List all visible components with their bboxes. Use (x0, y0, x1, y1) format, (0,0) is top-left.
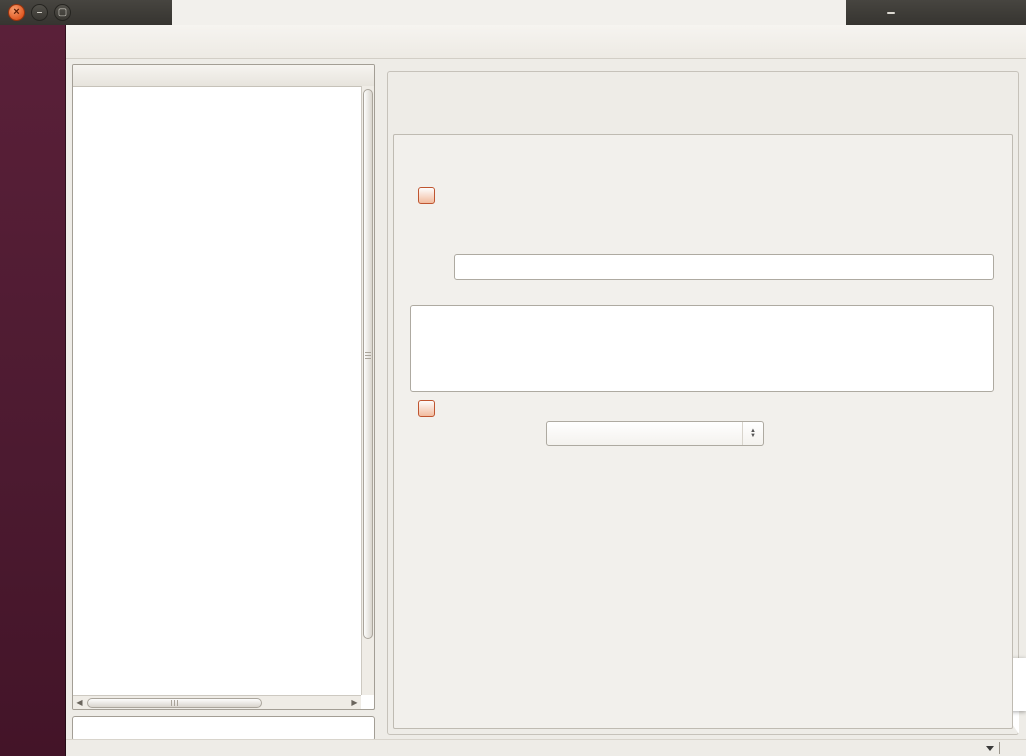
name-input[interactable] (454, 254, 994, 280)
tree-horizontal-scrollbar[interactable]: ◀ ▶ (73, 695, 361, 709)
horizontal-scroll-thumb[interactable] (87, 698, 262, 708)
tree-column-header[interactable] (73, 65, 374, 87)
system-tray (846, 0, 1026, 25)
window-maximize-button[interactable]: ▢ (54, 4, 71, 21)
template-combobox[interactable]: ▲▼ (546, 421, 764, 446)
status-bar (66, 739, 1026, 756)
network-updown-icon[interactable] (858, 4, 876, 22)
enabled-row (412, 187, 435, 204)
window-minimize-button[interactable]: – (31, 4, 48, 21)
screen: × – ▢ ◀ ▶ (0, 0, 1026, 756)
window-controls: × – ▢ (8, 4, 71, 21)
window-close-button[interactable]: × (8, 4, 25, 21)
description-textarea[interactable] (410, 305, 994, 392)
tab-pane: ▲▼ (393, 134, 1013, 729)
keyboard-layout-indicator[interactable] (887, 12, 895, 14)
enabled-checkbox[interactable] (418, 187, 435, 204)
scroll-right-arrow-icon[interactable]: ▶ (348, 698, 361, 707)
combobox-spinner-icon[interactable]: ▲▼ (742, 422, 763, 445)
top-panel: × – ▢ (0, 0, 1026, 25)
status-separator (999, 742, 1000, 754)
tree-search-input[interactable] (72, 716, 375, 741)
tree-rows (73, 86, 361, 695)
config-group: ▲▼ (387, 71, 1019, 735)
include-checkbox[interactable] (418, 400, 435, 417)
tree-panel: ◀ ▶ (72, 64, 375, 710)
app-menubar (172, 0, 846, 25)
status-dropdown-arrow-icon[interactable] (986, 746, 994, 751)
session-gear-icon[interactable] (946, 4, 964, 22)
status-user-area (986, 742, 1010, 754)
vertical-scroll-thumb[interactable] (363, 89, 373, 639)
toolbar (66, 25, 1026, 59)
include-row (412, 400, 435, 417)
unity-launcher (0, 25, 66, 756)
volume-icon[interactable] (906, 4, 924, 22)
scroll-left-arrow-icon[interactable]: ◀ (73, 698, 86, 707)
tree-vertical-scrollbar[interactable] (361, 86, 374, 695)
